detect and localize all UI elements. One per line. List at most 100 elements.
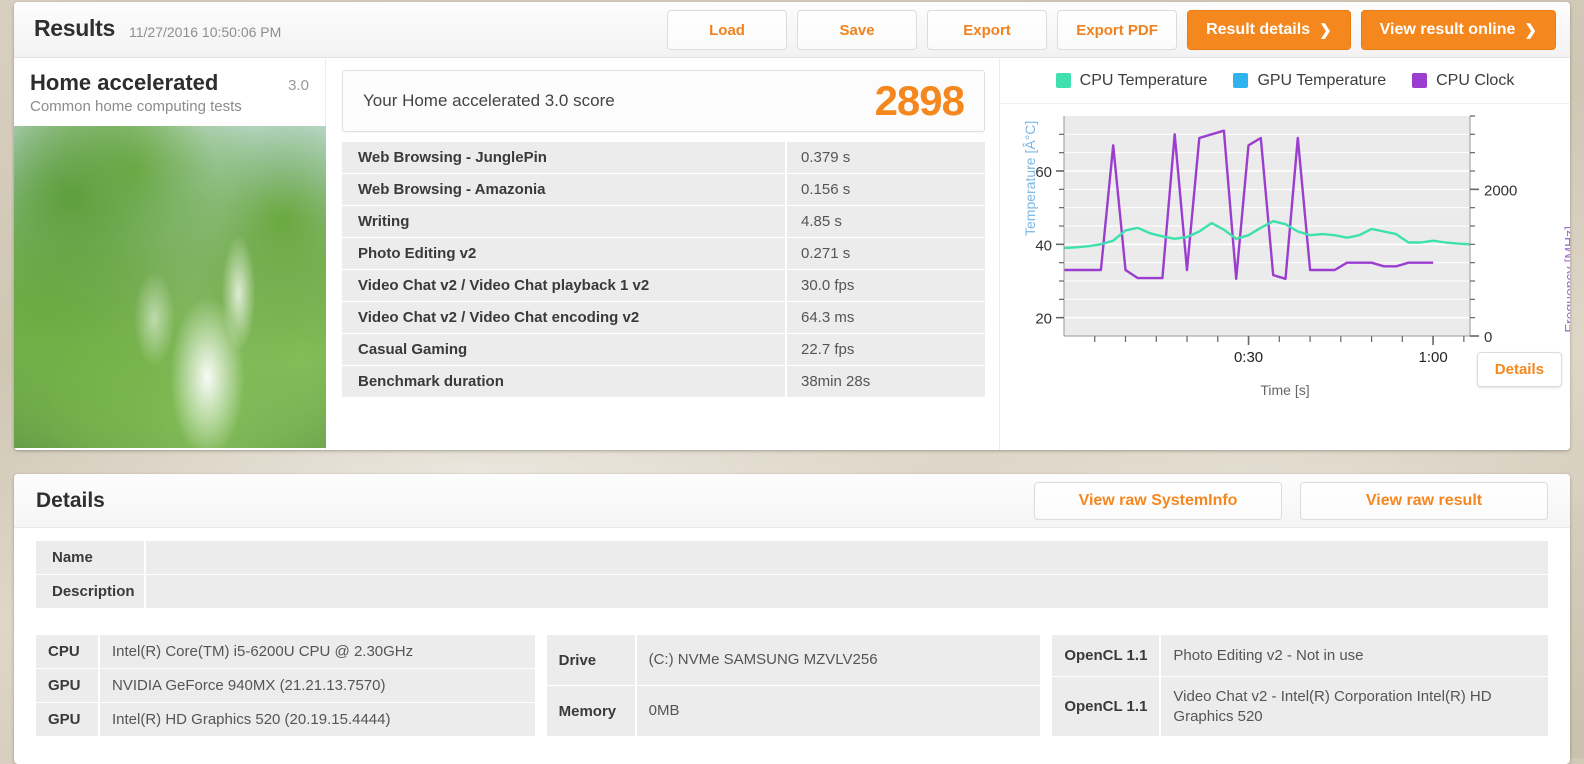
- table-row: Web Browsing - JunglePin 0.379 s: [342, 142, 985, 173]
- save-button[interactable]: Save: [797, 10, 918, 50]
- result-name: Benchmark duration: [342, 366, 785, 397]
- details-card: Details View raw SystemInfo View raw res…: [14, 474, 1570, 764]
- load-button[interactable]: Load: [667, 10, 788, 50]
- result-value: 0.379 s: [785, 142, 985, 173]
- result-value: 38min 28s: [785, 366, 985, 397]
- table-row: Casual Gaming 22.7 fps: [342, 334, 985, 365]
- hardware-value: Intel(R) Core(TM) i5-6200U CPU @ 2.30GHz: [98, 635, 535, 668]
- details-button-group: View raw SystemInfo View raw result: [1034, 482, 1548, 520]
- result-details-button[interactable]: Result details ❯: [1187, 10, 1351, 50]
- result-timestamp: 11/27/2016 10:50:06 PM: [129, 24, 282, 40]
- details-title: Details: [36, 489, 105, 512]
- table-row: Benchmark duration 38min 28s: [342, 366, 985, 397]
- table-row: Video Chat v2 / Video Chat encoding v2 64…: [342, 302, 985, 333]
- name-field[interactable]: [146, 548, 1548, 566]
- svg-text:0: 0: [1484, 329, 1492, 346]
- hardware-value: Intel(R) HD Graphics 520 (20.19.15.4444): [98, 703, 535, 736]
- result-value: 0.156 s: [785, 174, 985, 205]
- hardware-value: (C:) NVMe SAMSUNG MZVLV256: [634, 635, 1041, 685]
- benchmark-version: 3.0: [288, 77, 309, 94]
- hardware-key: Memory: [546, 686, 635, 736]
- legend-label: CPU Clock: [1436, 71, 1515, 89]
- benchmark-name: Home accelerated: [30, 70, 219, 95]
- chart-details-button[interactable]: Details: [1476, 352, 1562, 387]
- legend-swatch-icon: [1233, 73, 1249, 88]
- legend-swatch-icon: [1412, 73, 1428, 88]
- hardware-value: 0MB: [634, 686, 1041, 736]
- result-name: Casual Gaming: [342, 334, 785, 365]
- legend-label: CPU Temperature: [1079, 71, 1208, 89]
- result-details-label: Result details: [1206, 21, 1311, 38]
- export-pdf-button[interactable]: Export PDF: [1057, 10, 1178, 50]
- chevron-right-icon: ❯: [1524, 22, 1537, 39]
- hardware-value: Video Chat v2 - Intel(R) Corporation Int…: [1159, 677, 1548, 736]
- chart-y2-axis-label: Frequency [MHz]: [1562, 226, 1570, 333]
- table-row: Description: [36, 575, 1548, 608]
- legend-label: GPU Temperature: [1257, 71, 1387, 89]
- svg-text:0:30: 0:30: [1234, 349, 1263, 366]
- table-row: Web Browsing - Amazonia 0.156 s: [342, 174, 985, 205]
- page-title: Results: [34, 15, 115, 41]
- result-name: Photo Editing v2: [342, 238, 785, 269]
- details-header: Details View raw SystemInfo View raw res…: [14, 474, 1570, 528]
- table-row: OpenCL 1.1 Photo Editing v2 - Not in use: [1052, 635, 1548, 677]
- chart-area: Temperature [Â°C] Frequency [MHz] Time […: [1000, 104, 1570, 450]
- legend-swatch-icon: [1055, 73, 1071, 88]
- score-summary: Your Home accelerated 3.0 score 2898: [342, 70, 985, 132]
- score-value: 2898: [874, 77, 965, 124]
- scores-pane: Your Home accelerated 3.0 score 2898 Web…: [326, 58, 999, 450]
- benchmark-thumbnail-image: [14, 126, 326, 448]
- hardware-key: OpenCL 1.1: [1052, 635, 1160, 677]
- table-row: GPU NVIDIA GeForce 940MX (21.21.13.7570): [36, 669, 535, 702]
- table-row: OpenCL 1.1 Video Chat v2 - Intel(R) Corpo…: [1052, 677, 1548, 736]
- table-row: Drive (C:) NVMe SAMSUNG MZVLV256: [546, 635, 1041, 685]
- result-name: Video Chat v2 / Video Chat playback 1 v2: [342, 270, 785, 301]
- legend-item-cpu-temperature: CPU Temperature: [1055, 71, 1208, 90]
- benchmark-header: Home accelerated 3.0 Common home computi…: [14, 58, 325, 123]
- results-card: Results 11/27/2016 10:50:06 PM Load Save…: [14, 2, 1570, 450]
- hardware-key: GPU: [36, 703, 98, 736]
- hardware-table-opencl: OpenCL 1.1 Photo Editing v2 - Not in use O…: [1052, 634, 1548, 737]
- view-result-online-button[interactable]: View result online ❯: [1360, 10, 1556, 50]
- result-name: Writing: [342, 206, 785, 237]
- view-raw-result-button[interactable]: View raw result: [1300, 482, 1548, 520]
- table-row: Photo Editing v2 0.271 s: [342, 238, 985, 269]
- legend-item-cpu-clock: CPU Clock: [1412, 72, 1514, 90]
- export-button[interactable]: Export: [927, 10, 1048, 50]
- hardware-key: CPU: [36, 635, 98, 668]
- result-value: 0.271 s: [785, 238, 985, 269]
- result-value: 4.85 s: [785, 206, 985, 237]
- results-table: Web Browsing - JunglePin 0.379 s Web Brows…: [342, 141, 985, 398]
- svg-text:40: 40: [1035, 237, 1052, 254]
- toolbar-button-group: Load Save Export Export PDF Result detai…: [667, 10, 1556, 50]
- result-name: Web Browsing - Amazonia: [342, 174, 785, 205]
- score-label: Your Home accelerated 3.0 score: [363, 91, 615, 110]
- table-row: GPU Intel(R) HD Graphics 520 (20.19.15.44…: [36, 703, 535, 736]
- benchmark-subtitle: Common home computing tests: [30, 98, 242, 115]
- svg-text:1:00: 1:00: [1418, 349, 1447, 366]
- name-label: Name: [36, 541, 144, 574]
- result-name: Video Chat v2 / Video Chat encoding v2: [342, 302, 785, 333]
- description-field[interactable]: [146, 582, 1548, 600]
- chevron-right-icon: ❯: [1319, 22, 1332, 39]
- description-label: Description: [36, 575, 144, 608]
- hardware-info: CPU Intel(R) Core(TM) i5-6200U CPU @ 2.30…: [36, 634, 1548, 737]
- table-row: CPU Intel(R) Core(TM) i5-6200U CPU @ 2.30…: [36, 635, 535, 668]
- table-row: Writing 4.85 s: [342, 206, 985, 237]
- hardware-table-processors: CPU Intel(R) Core(TM) i5-6200U CPU @ 2.30…: [36, 634, 535, 737]
- view-raw-systeminfo-button[interactable]: View raw SystemInfo: [1034, 482, 1282, 520]
- hardware-key: Drive: [546, 635, 635, 685]
- result-value: 30.0 fps: [785, 270, 985, 301]
- chart-y-axis-label: Temperature [Â°C]: [1022, 120, 1038, 236]
- results-body: Home accelerated 3.0 Common home computi…: [14, 58, 1570, 450]
- results-toolbar: Results 11/27/2016 10:50:06 PM Load Save…: [14, 2, 1570, 58]
- view-result-online-label: View result online: [1379, 21, 1516, 38]
- result-value: 22.7 fps: [785, 334, 985, 365]
- table-row: Video Chat v2 / Video Chat playback 1 v2…: [342, 270, 985, 301]
- chart-legend: CPU Temperature GPU Temperature CPU Cloc…: [1000, 58, 1570, 104]
- hardware-key: GPU: [36, 669, 98, 702]
- monitoring-chart-pane: CPU Temperature GPU Temperature CPU Cloc…: [999, 58, 1570, 450]
- hardware-value: NVIDIA GeForce 940MX (21.21.13.7570): [98, 669, 535, 702]
- table-row: Name: [36, 541, 1548, 574]
- hardware-table-storage: Drive (C:) NVMe SAMSUNG MZVLV256 Memory 0MB: [546, 634, 1041, 737]
